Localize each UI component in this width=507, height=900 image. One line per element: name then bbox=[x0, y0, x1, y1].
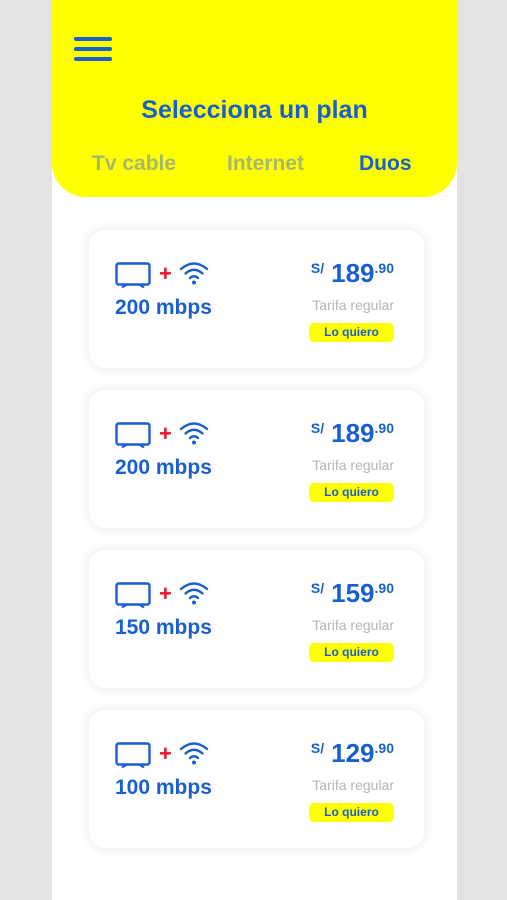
page-title: Selecciona un plan bbox=[141, 96, 368, 124]
plus-icon: + bbox=[159, 261, 172, 286]
hamburger-menu-icon[interactable] bbox=[74, 35, 114, 65]
price-integer: 159 bbox=[331, 578, 375, 608]
price-decimal: .90 bbox=[374, 740, 394, 756]
tab-internet[interactable]: Internet bbox=[227, 152, 304, 176]
price-decimal: .90 bbox=[374, 260, 394, 276]
lo-quiero-button[interactable]: Lo quiero bbox=[309, 483, 394, 502]
wifi-icon bbox=[179, 742, 209, 765]
tab-tv-cable[interactable]: Tv cable bbox=[92, 152, 176, 176]
price-currency: S/ bbox=[310, 420, 325, 436]
plan-tabs: Tv cable Internet Duos bbox=[52, 152, 457, 180]
lo-quiero-button[interactable]: Lo quiero bbox=[309, 323, 394, 342]
tab-duos[interactable]: Duos bbox=[359, 152, 412, 176]
wifi-icon bbox=[179, 422, 209, 445]
tv-icon bbox=[115, 582, 151, 609]
plan-card: + 150 mbps S/159.90 Tarifa regular Lo qu… bbox=[89, 550, 424, 688]
header: Selecciona un plan Tv cable Internet Duo… bbox=[52, 0, 457, 197]
lo-quiero-button[interactable]: Lo quiero bbox=[309, 643, 394, 662]
plan-card: + 200 mbps S/189.90 Tarifa regular Lo qu… bbox=[89, 390, 424, 528]
plan-note: Tarifa regular bbox=[312, 617, 394, 633]
price-decimal: .90 bbox=[374, 420, 394, 436]
plan-price: S/159.90 bbox=[311, 578, 394, 610]
wifi-icon bbox=[179, 582, 209, 605]
plan-speed: 150 mbps bbox=[115, 616, 212, 639]
plan-note: Tarifa regular bbox=[312, 457, 394, 473]
plus-icon: + bbox=[159, 421, 172, 446]
tv-icon bbox=[115, 422, 151, 449]
plan-speed: 100 mbps bbox=[115, 776, 212, 799]
price-integer: 189 bbox=[331, 418, 375, 448]
plan-card: + 100 mbps S/129.90 Tarifa regular Lo qu… bbox=[89, 710, 424, 848]
price-integer: 189 bbox=[331, 258, 375, 288]
price-integer: 129 bbox=[331, 738, 375, 768]
plan-note: Tarifa regular bbox=[312, 777, 394, 793]
plan-speed: 200 mbps bbox=[115, 296, 212, 319]
plan-card: + 200 mbps S/189.90 Tarifa regular Lo qu… bbox=[89, 230, 424, 368]
plus-icon: + bbox=[159, 741, 172, 766]
price-decimal: .90 bbox=[374, 580, 394, 596]
tv-icon bbox=[115, 742, 151, 769]
plan-speed: 200 mbps bbox=[115, 456, 212, 479]
phone-screen: Selecciona un plan Tv cable Internet Duo… bbox=[52, 0, 457, 900]
price-currency: S/ bbox=[310, 740, 325, 756]
lo-quiero-button[interactable]: Lo quiero bbox=[309, 803, 394, 822]
tv-icon bbox=[115, 262, 151, 289]
plan-price: S/189.90 bbox=[311, 418, 394, 450]
price-currency: S/ bbox=[310, 580, 325, 596]
wifi-icon bbox=[179, 262, 209, 285]
price-currency: S/ bbox=[310, 260, 325, 276]
plan-price: S/189.90 bbox=[311, 258, 394, 290]
plan-note: Tarifa regular bbox=[312, 297, 394, 313]
plus-icon: + bbox=[159, 581, 172, 606]
plan-price: S/129.90 bbox=[311, 738, 394, 770]
